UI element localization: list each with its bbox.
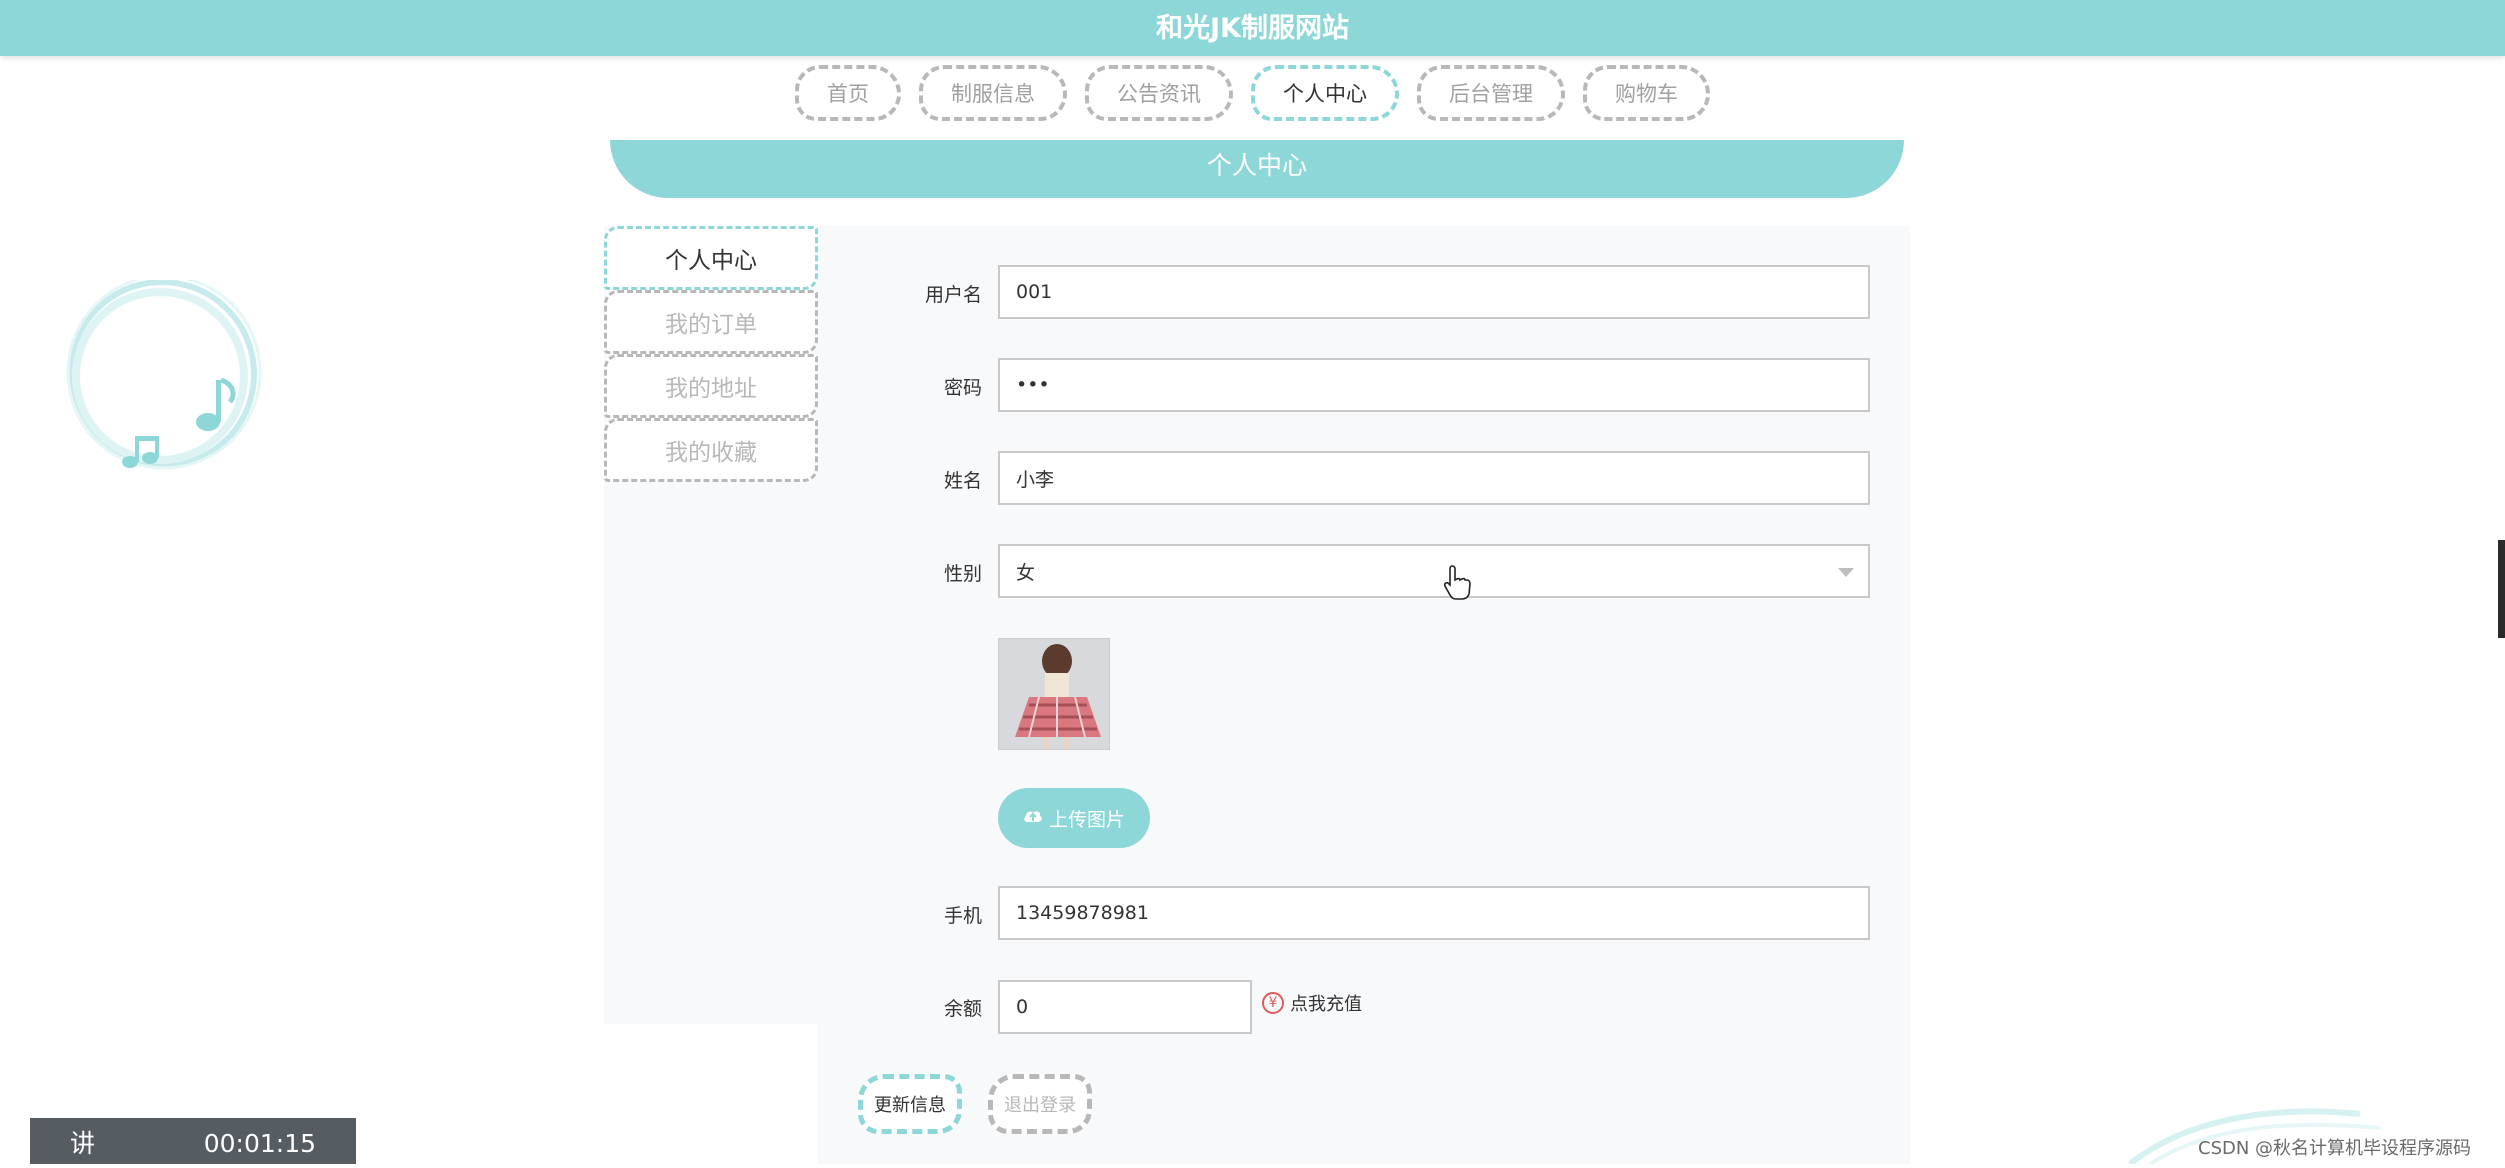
video-overlay: 10秒快讲 00:01:15: [30, 1089, 356, 1164]
update-info-button[interactable]: 更新信息: [858, 1074, 962, 1134]
logout-button[interactable]: 退出登录: [988, 1074, 1092, 1134]
balance-label: 余额: [943, 998, 982, 1020]
nav-admin[interactable]: 后台管理: [1417, 65, 1565, 121]
balance-input[interactable]: [998, 980, 1252, 1034]
yen-icon: ¥: [1262, 992, 1284, 1014]
avatar-image: [998, 638, 1110, 750]
sidebar-item-addresses[interactable]: 我的地址: [604, 354, 818, 418]
hand-cursor-icon: [1442, 564, 1472, 600]
nav-announcements[interactable]: 公告资讯: [1085, 65, 1233, 121]
overlay-caption: 10秒快讲: [70, 1089, 152, 1158]
gender-select[interactable]: 女: [998, 544, 1870, 598]
sidebar-item-favorites[interactable]: 我的收藏: [604, 418, 818, 482]
cloud-upload-icon: [1023, 807, 1043, 829]
overlay-timestamp: 00:01:15: [203, 1129, 316, 1158]
nav-personal-center[interactable]: 个人中心: [1251, 65, 1399, 121]
watermark-text: CSDN @秋名计算机毕设程序源码: [2198, 1138, 2472, 1159]
sidebar-item-orders[interactable]: 我的订单: [604, 290, 818, 354]
content-panel-lower: [818, 1024, 1910, 1164]
name-label: 姓名: [943, 470, 982, 492]
section-banner: 个人中心: [610, 140, 1904, 198]
password-input[interactable]: [998, 358, 1870, 412]
top-bar: 和光JK制服网站: [0, 0, 2505, 56]
recharge-link[interactable]: ¥ 点我充值: [1262, 990, 1362, 1016]
chevron-down-icon: [1838, 568, 1854, 577]
sidebar-menu: 个人中心 我的订单 我的地址 我的收藏: [604, 226, 818, 482]
music-decoration: [58, 274, 272, 480]
gender-label: 性别: [943, 563, 982, 585]
username-input[interactable]: [998, 265, 1870, 319]
nav-home[interactable]: 首页: [795, 65, 901, 121]
username-label: 用户名: [924, 284, 982, 306]
upload-image-label: 上传图片: [1048, 808, 1125, 831]
phone-label: 手机: [943, 905, 982, 927]
sidebar-item-personal-center[interactable]: 个人中心: [604, 226, 818, 290]
upload-image-button[interactable]: 上传图片: [998, 788, 1150, 848]
site-title: 和光JK制服网站: [1156, 13, 1349, 44]
name-input[interactable]: [998, 451, 1870, 505]
main-nav: 首页 制服信息 公告资讯 个人中心 后台管理 购物车: [0, 65, 2505, 121]
scrollbar-handle[interactable]: [2498, 540, 2505, 638]
gender-select-value: 女: [1016, 561, 1036, 584]
phone-input[interactable]: [998, 886, 1870, 940]
password-label: 密码: [943, 377, 982, 399]
nav-cart[interactable]: 购物车: [1583, 65, 1710, 121]
nav-uniform-info[interactable]: 制服信息: [919, 65, 1067, 121]
recharge-label: 点我充值: [1290, 994, 1362, 1015]
